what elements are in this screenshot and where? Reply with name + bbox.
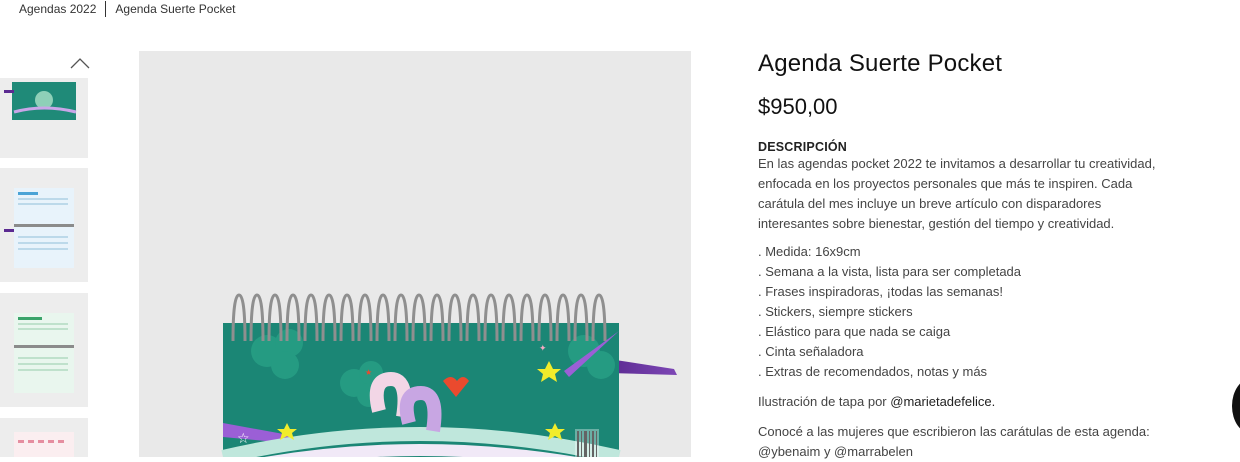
product-price: $950,00 xyxy=(758,94,838,119)
feature-item: . Stickers, siempre stickers xyxy=(758,304,913,319)
thumbnail-cover-image xyxy=(4,82,77,120)
feature-list: . Medida: 16x9cm . Semana a la vista, li… xyxy=(758,242,1198,382)
product-title: Agenda Suerte Pocket xyxy=(758,50,1003,77)
description-line: En las agendas pocket 2022 te invitamos … xyxy=(758,156,1156,171)
authors-section: Conocé a las mujeres que escribieron las… xyxy=(758,422,1198,462)
description-line: interesantes sobre bienestar, gestión de… xyxy=(758,216,1115,231)
svg-text:★: ★ xyxy=(365,368,372,377)
thumbnail-2[interactable] xyxy=(0,168,88,282)
feature-item: . Extras de recomendados, notas y más xyxy=(758,364,988,379)
feature-item: . Medida: 16x9cm xyxy=(758,244,861,259)
svg-text:☆: ☆ xyxy=(237,430,250,446)
illustrator-link[interactable]: @marietadefelice. xyxy=(890,394,995,409)
thumbnail-gallery xyxy=(36,48,124,78)
description-line: carátula del mes incluye un breve artícu… xyxy=(758,196,1102,211)
breadcrumb: Agendas 2022 Agenda Suerte Pocket xyxy=(19,1,236,17)
thumbnail-1[interactable] xyxy=(0,78,88,158)
illustration-credit-text: Ilustración de tapa por xyxy=(758,394,891,409)
svg-text:✦: ✦ xyxy=(539,343,547,353)
thumbnail-inside-page-green xyxy=(14,313,74,393)
authors-text: Conocé a las mujeres que escribieron las… xyxy=(758,424,1150,439)
breadcrumb-link-agendas-2022[interactable]: Agendas 2022 xyxy=(19,2,96,16)
thumbnail-4[interactable] xyxy=(0,418,88,457)
main-product-image[interactable]: ☆ ★ ✦ xyxy=(139,51,691,457)
feature-item: . Semana a la vista, lista para ser comp… xyxy=(758,264,1022,279)
description-heading: DESCRIPCIÓN xyxy=(758,140,848,154)
chat-icon[interactable] xyxy=(1232,378,1240,434)
breadcrumb-current: Agenda Suerte Pocket xyxy=(115,2,236,16)
breadcrumb-separator xyxy=(105,1,107,17)
description-line: enfocada en los proyectos personales que… xyxy=(758,176,1133,191)
feature-item: . Frases inspiradoras, ¡todas las semana… xyxy=(758,284,1003,299)
thumbnails-up-button[interactable] xyxy=(36,48,124,78)
authors-handles[interactable]: @ybenaim y @marrabelen xyxy=(758,442,1198,462)
chevron-up-icon xyxy=(70,58,90,69)
thumbnail-calendar-page xyxy=(14,432,74,457)
agenda-cover-illustration: ☆ ★ ✦ xyxy=(221,293,677,457)
feature-item: . Cinta señaladora xyxy=(758,344,864,359)
product-info: Agenda Suerte Pocket $950,00 DESCRIPCIÓN… xyxy=(758,50,1198,462)
thumbnail-inside-page xyxy=(4,188,74,268)
thumbnail-3[interactable] xyxy=(0,293,88,407)
illustration-credit: Ilustración de tapa por @marietadefelice… xyxy=(758,392,1198,412)
description-paragraph: En las agendas pocket 2022 te invitamos … xyxy=(758,154,1198,234)
feature-item: . Elástico para que nada se caiga xyxy=(758,324,951,339)
